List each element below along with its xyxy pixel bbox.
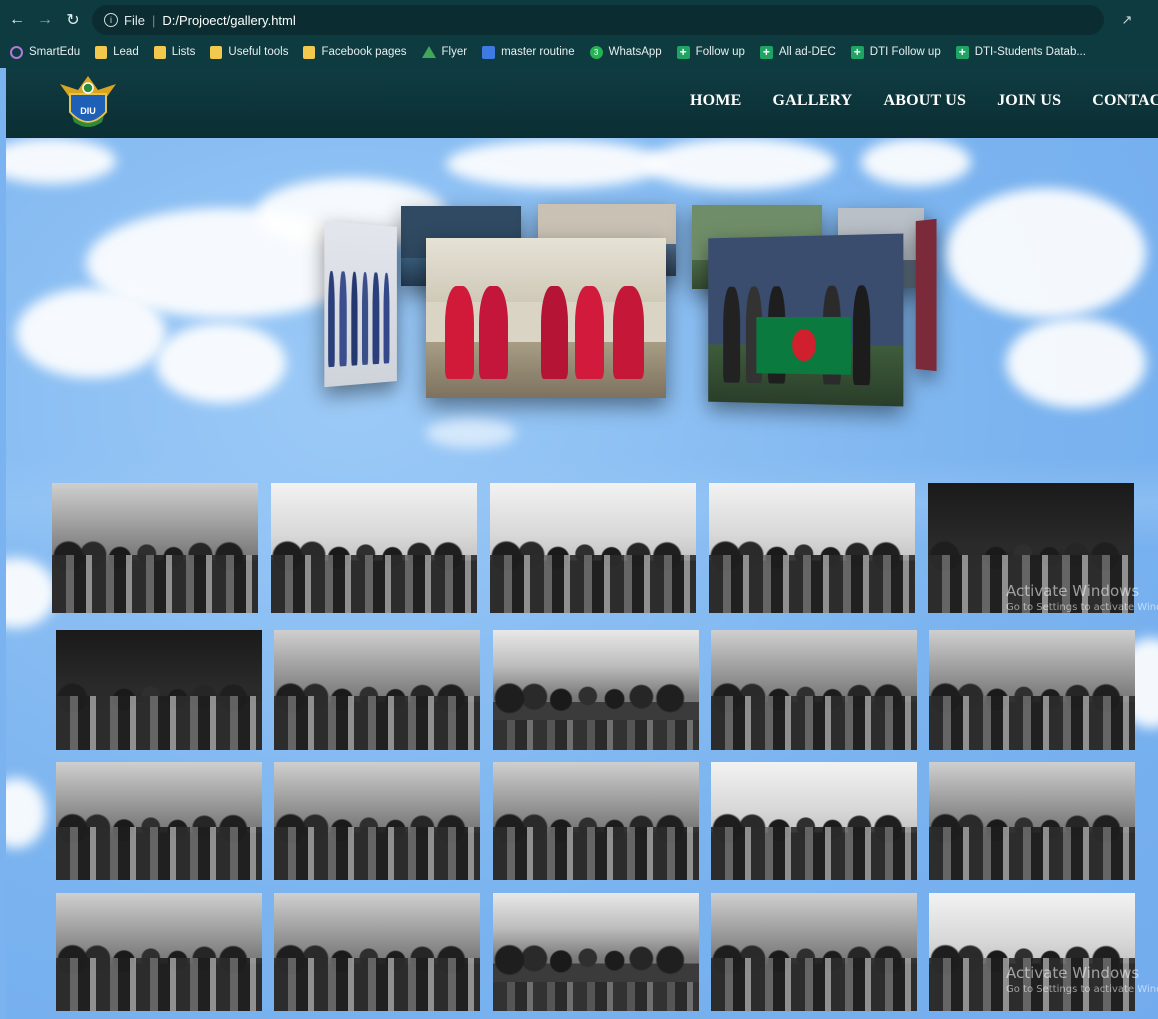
bookmark-label: Follow up	[695, 46, 745, 58]
bookmark-master-routine[interactable]: master routine	[482, 45, 575, 59]
bookmark-dti-students-database[interactable]: + DTI-Students Datab...	[955, 45, 1086, 59]
bookmark-useful-tools[interactable]: Useful tools	[210, 45, 289, 59]
bookmark-all-ad-dec[interactable]: + All ad-DEC	[759, 45, 836, 59]
menu-about-us[interactable]: ABOUT US	[883, 92, 966, 110]
gallery-photo[interactable]	[711, 893, 917, 1011]
flag-icon	[756, 316, 851, 375]
docs-icon	[482, 45, 496, 59]
watermark-title: Activate Windows	[1006, 964, 1140, 982]
gallery-photo[interactable]	[711, 762, 917, 880]
gallery-photo[interactable]	[493, 762, 699, 880]
gallery-photo[interactable]	[493, 893, 699, 1011]
bookmark-dti-follow-up[interactable]: + DTI Follow up	[850, 45, 941, 59]
gallery-photo[interactable]	[56, 893, 262, 1011]
menu-gallery[interactable]: GALLERY	[772, 92, 852, 110]
gallery-photo[interactable]	[274, 893, 480, 1011]
gallery-photo[interactable]	[929, 630, 1135, 750]
gallery-background: Activate Windows Go to Settings to activ…	[6, 138, 1158, 1019]
photo-carousel[interactable]	[6, 138, 1158, 438]
plus-icon: +	[676, 45, 690, 59]
address-row: ← → ↻ i File | D:/Projoect/gallery.html …	[0, 0, 1158, 40]
cloud	[6, 778, 46, 848]
site-logo[interactable]: DIU	[56, 70, 120, 134]
bookmark-label: Facebook pages	[321, 46, 407, 58]
plus-icon: +	[759, 45, 773, 59]
bookmark-label: DTI-Students Datab...	[974, 46, 1086, 58]
bookmark-label: Useful tools	[228, 46, 289, 58]
logo-text: DIU	[80, 106, 96, 116]
folder-icon	[95, 45, 108, 59]
site-header: DIU HOME GALLERY ABOUT US JOIN US CONTAC	[6, 68, 1158, 138]
bookmark-label: DTI Follow up	[869, 46, 941, 58]
carousel-photo-center[interactable]	[426, 238, 666, 398]
bookmarks-bar: SmartEdu Lead Lists Useful tools Faceboo…	[0, 38, 1158, 66]
back-icon[interactable]: ←	[6, 9, 28, 31]
gallery-photo[interactable]	[274, 630, 480, 750]
menu-contact[interactable]: CONTAC	[1092, 92, 1158, 110]
bookmark-label: master routine	[501, 46, 575, 58]
watermark-title: Activate Windows	[1006, 582, 1140, 600]
drive-icon	[421, 46, 436, 58]
bookmark-label: SmartEdu	[29, 46, 81, 58]
bookmark-label: Lead	[113, 46, 139, 58]
menu-join-us[interactable]: JOIN US	[997, 92, 1061, 110]
gallery-photo[interactable]	[929, 762, 1135, 880]
whatsapp-icon: 3	[589, 45, 603, 59]
main-menu: HOME GALLERY ABOUT US JOIN US CONTAC	[690, 92, 1158, 110]
watermark-subtitle: Go to Settings to activate Windows.	[1006, 984, 1158, 995]
bookmark-label: Lists	[171, 46, 196, 58]
bookmark-facebook-pages[interactable]: Facebook pages	[303, 45, 407, 59]
gallery-photo[interactable]	[490, 483, 696, 613]
forward-icon[interactable]: →	[34, 9, 56, 31]
gallery-photo[interactable]	[271, 483, 477, 613]
bookmark-label: All ad-DEC	[778, 46, 836, 58]
bookmark-smartedu[interactable]: SmartEdu	[10, 45, 81, 59]
carousel-photo-right[interactable]	[708, 233, 904, 407]
browser-chrome: ← → ↻ i File | D:/Projoect/gallery.html …	[0, 0, 1158, 68]
watermark-subtitle: Go to Settings to activate Windows.	[1006, 602, 1158, 613]
bookmark-label: Flyer	[441, 46, 468, 58]
share-icon[interactable]: ↗	[1116, 9, 1138, 31]
carousel-photo-edge[interactable]	[915, 218, 937, 372]
plus-icon: +	[955, 45, 969, 59]
menu-home[interactable]: HOME	[690, 92, 741, 110]
gallery-photo[interactable]	[274, 762, 480, 880]
url-text[interactable]: D:/Projoect/gallery.html	[162, 13, 295, 28]
ring-icon	[10, 45, 23, 59]
bookmark-lead[interactable]: Lead	[95, 45, 139, 59]
bookmark-follow-up[interactable]: + Follow up	[676, 45, 745, 59]
info-icon[interactable]: i	[104, 13, 118, 27]
bookmark-whatsapp[interactable]: 3 WhatsApp	[589, 45, 662, 59]
bookmark-lists[interactable]: Lists	[153, 45, 196, 59]
gallery-photo[interactable]	[493, 630, 699, 750]
bookmark-label: WhatsApp	[608, 46, 662, 58]
gallery-photo[interactable]	[709, 483, 915, 613]
folder-icon	[303, 45, 316, 59]
gallery-photo[interactable]	[56, 630, 262, 750]
carousel-photo-left[interactable]	[324, 220, 397, 388]
url-scheme: File	[124, 12, 145, 28]
bookmark-flyer[interactable]: Flyer	[421, 46, 468, 58]
address-bar[interactable]: i File | D:/Projoect/gallery.html	[92, 5, 1104, 35]
cloud	[6, 558, 56, 628]
gallery-photo[interactable]	[56, 762, 262, 880]
gallery-photo[interactable]	[711, 630, 917, 750]
reload-icon[interactable]: ↻	[62, 9, 84, 31]
plus-icon: +	[850, 45, 864, 59]
folder-icon	[153, 45, 166, 59]
url-separator: |	[151, 12, 156, 28]
folder-icon	[210, 45, 223, 59]
gallery-photo[interactable]	[52, 483, 258, 613]
